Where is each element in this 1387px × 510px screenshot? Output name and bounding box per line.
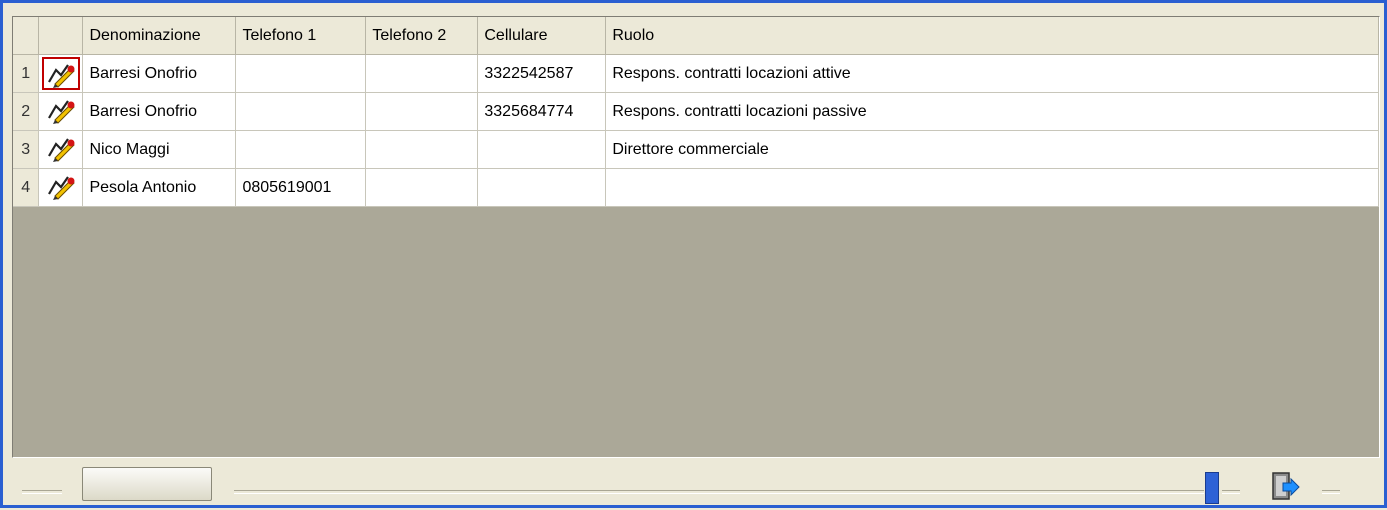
cell-denominazione[interactable]: Barresi Onofrio <box>82 54 237 93</box>
table-row[interactable]: 2 Barresi Onofrio 3325684774 Respons. contr… <box>13 92 1379 131</box>
cell-cellulare[interactable] <box>477 168 607 207</box>
cell-ruolo[interactable] <box>605 168 1379 207</box>
row-edit-cell <box>38 92 84 131</box>
cell-cellulare[interactable]: 3325684774 <box>477 92 607 131</box>
cell-ruolo[interactable]: Respons. contratti locazioni attive <box>605 54 1379 93</box>
table-row[interactable]: 1 Barresi Onofrio 3322542587 Respons. contr… <box>13 54 1379 93</box>
header-cellulare[interactable]: Cellulare <box>477 17 607 55</box>
cell-telefono1[interactable] <box>235 130 367 169</box>
divider <box>1222 490 1240 494</box>
cell-telefono2[interactable] <box>365 168 479 207</box>
contacts-window: Denominazione Telefono 1 Telefono 2 Cell… <box>0 0 1387 508</box>
divider <box>1322 490 1340 494</box>
cell-ruolo[interactable]: Direttore commerciale <box>605 130 1379 169</box>
header-ruolo[interactable]: Ruolo <box>605 17 1379 55</box>
row-edit-cell <box>38 168 84 207</box>
row-number[interactable]: 1 <box>13 54 40 93</box>
cell-telefono1[interactable] <box>235 54 367 93</box>
header-rownum <box>13 17 40 55</box>
exit-button[interactable] <box>1265 469 1303 505</box>
cell-telefono1[interactable]: 0805619001 <box>235 168 367 207</box>
slider-track[interactable] <box>234 490 1204 494</box>
cell-cellulare[interactable]: 3322542587 <box>477 54 607 93</box>
edit-pencil-icon[interactable] <box>42 95 80 128</box>
footer-bar <box>12 461 1380 505</box>
exit-door-icon <box>1272 472 1300 500</box>
cell-denominazione[interactable]: Nico Maggi <box>82 130 237 169</box>
header-telefono-2[interactable]: Telefono 2 <box>365 17 479 55</box>
table-header-row: Denominazione Telefono 1 Telefono 2 Cell… <box>13 17 1379 55</box>
table-row[interactable]: 4 Pesola Antonio 0805619001 <box>13 168 1379 207</box>
table-row[interactable]: 3 Nico Maggi Direttore commerciale <box>13 130 1379 169</box>
contacts-table: Denominazione Telefono 1 Telefono 2 Cell… <box>13 17 1379 207</box>
row-edit-cell <box>38 130 84 169</box>
horizontal-scroll-thumb[interactable] <box>82 467 212 501</box>
cell-telefono2[interactable] <box>365 130 479 169</box>
row-edit-cell <box>38 54 84 93</box>
edit-pencil-icon[interactable] <box>42 171 80 204</box>
edit-pencil-icon[interactable] <box>41 57 80 90</box>
edit-pencil-icon[interactable] <box>42 133 80 166</box>
header-denominazione[interactable]: Denominazione <box>82 17 237 55</box>
cell-telefono2[interactable] <box>365 92 479 131</box>
row-number[interactable]: 4 <box>13 168 40 207</box>
divider <box>22 490 62 494</box>
cell-denominazione[interactable]: Pesola Antonio <box>82 168 237 207</box>
cell-ruolo[interactable]: Respons. contratti locazioni passive <box>605 92 1379 131</box>
contacts-grid-area: Denominazione Telefono 1 Telefono 2 Cell… <box>12 16 1380 458</box>
cell-cellulare[interactable] <box>477 130 607 169</box>
row-number[interactable]: 2 <box>13 92 40 131</box>
slider-handle[interactable] <box>1205 472 1219 504</box>
cell-telefono2[interactable] <box>365 54 479 93</box>
cell-telefono1[interactable] <box>235 92 367 131</box>
header-telefono-1[interactable]: Telefono 1 <box>235 17 367 55</box>
header-icon <box>38 17 84 55</box>
row-number[interactable]: 3 <box>13 130 40 169</box>
cell-denominazione[interactable]: Barresi Onofrio <box>82 92 237 131</box>
